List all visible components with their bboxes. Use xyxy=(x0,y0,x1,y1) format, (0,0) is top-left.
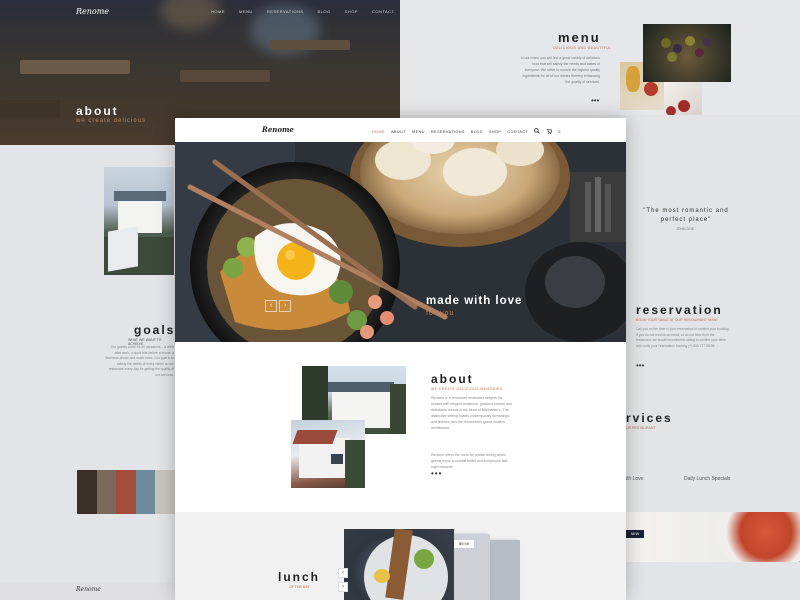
table-shape xyxy=(20,60,130,74)
table-shape xyxy=(180,70,270,82)
service-item[interactable]: Daily Lunch Specials xyxy=(684,476,730,482)
bg-footer-logo: Renome xyxy=(76,586,101,593)
hero-title: made with love xyxy=(426,295,523,307)
menu-text: In our menu you will find a great variet… xyxy=(520,56,600,84)
lunch-next-button[interactable]: › xyxy=(338,582,348,592)
nav-menu[interactable]: MENU xyxy=(412,130,425,134)
reservation-title: reservation xyxy=(636,303,723,317)
lunch-dish-photo xyxy=(344,529,454,600)
bg-about-title: about xyxy=(76,104,119,118)
hero-subtitle: for you xyxy=(426,310,455,317)
about-title: about xyxy=(431,372,474,386)
service-item[interactable]: ith Love xyxy=(626,476,644,482)
cart-count[interactable]: 0 xyxy=(558,130,561,134)
nav-about[interactable]: ABOUT xyxy=(391,130,406,134)
top-navbar: Renome HOME ABOUT MENU RESERVATIONS BLOG… xyxy=(175,118,626,142)
testimonial-quote: "The most romantic and perfect place" xyxy=(643,208,729,223)
photo-strip xyxy=(77,470,175,514)
bg-about-subtitle: we create delicious xyxy=(76,118,147,124)
search-icon[interactable] xyxy=(534,128,540,136)
reservation-text: Call you on the date of your reservation… xyxy=(636,327,730,348)
nav-home[interactable]: HOME xyxy=(372,130,385,134)
services-title: rvices xyxy=(626,411,673,425)
site-logo[interactable]: Renome xyxy=(262,125,294,134)
lunch-price-tag: $9.95 xyxy=(454,540,474,548)
bg-nav-item: BLOG xyxy=(317,9,331,14)
bg-nav-item: MENU xyxy=(239,9,253,14)
bowl-shape xyxy=(716,512,800,562)
table-shape xyxy=(270,40,350,50)
bg-right-column: "The most romantic and perfect place" JO… xyxy=(626,115,800,600)
new-badge: NEW xyxy=(626,530,644,538)
lunch-title: lunch xyxy=(278,570,320,584)
about-subtitle: WE CREATE DELICIOUS MEMORIES xyxy=(431,387,503,391)
bg-logo: Renome xyxy=(76,7,110,16)
nav-blog[interactable]: BLOG xyxy=(471,130,483,134)
hero-food-illustration xyxy=(175,142,626,342)
reservation-more-dots[interactable]: ••• xyxy=(636,361,644,370)
bg-nav-item: SHOP xyxy=(344,9,358,14)
nav-shop[interactable]: SHOP xyxy=(489,130,501,134)
bg-nav-item: CONTACT xyxy=(371,9,395,14)
services-subtitle: UR RESTAURANT xyxy=(626,426,656,430)
bg-nav-item: RESERVATIONS xyxy=(266,9,304,14)
house-photo xyxy=(104,167,174,275)
lunch-prev-button[interactable]: ‹ xyxy=(338,568,348,578)
menu-more-dots[interactable]: ••• xyxy=(591,96,599,105)
about-more-dots[interactable]: ••• xyxy=(431,469,442,478)
goals-title: goals xyxy=(134,323,176,337)
nav-contact[interactable]: CONTACT xyxy=(507,130,528,134)
lunch-subtitle: OF THE DAY xyxy=(289,585,310,589)
menu-subtitle: DELICIOUS AND BEAUTIFUL xyxy=(553,46,612,50)
lunch-section: $9.95 ‹ › lunch OF THE DAY xyxy=(175,512,626,600)
nav-reservations[interactable]: RESERVATIONS xyxy=(431,130,465,134)
bg-menu-preview: menu DELICIOUS AND BEAUTIFUL In our menu… xyxy=(400,0,800,120)
nav-links: HOME ABOUT MENU RESERVATIONS BLOG SHOP C… xyxy=(372,128,561,136)
about-paragraph-1: Renome is a renowned restaurant delights… xyxy=(431,396,512,430)
bg-footer: Renome xyxy=(0,582,175,600)
goals-text: Our guests come for all occasions – a dr… xyxy=(105,345,174,377)
hero-banner: ‹ › made with love for you xyxy=(175,142,626,342)
olive-bowl-photo xyxy=(643,24,731,82)
hero-prev-button[interactable]: ‹ xyxy=(265,300,277,312)
bg-nav-item: HOME xyxy=(211,9,226,14)
hero-next-button[interactable]: › xyxy=(279,300,291,312)
main-page-card: Renome HOME ABOUT MENU RESERVATIONS BLOG… xyxy=(175,118,626,600)
bg-left-column: goals WHAT WE WANT TO ACHIEVE Our guests… xyxy=(0,145,175,600)
testimonial-author: JOHN DOE xyxy=(676,227,695,231)
bg-hero-nav: Renome HOME MENU RESERVATIONS BLOG SHOP … xyxy=(76,7,395,16)
dish-photo: NEW xyxy=(626,512,800,562)
reservation-subtitle: BOOK YOUR TABLE AT OUR RESTAURANT NOW! xyxy=(636,318,718,322)
cart-icon[interactable] xyxy=(546,128,553,136)
about-paragraph-2: Renome offers the room for private dinin… xyxy=(431,453,509,469)
menu-title: menu xyxy=(558,30,601,45)
table-shape xyxy=(0,100,60,118)
about-building-photo xyxy=(291,420,365,488)
